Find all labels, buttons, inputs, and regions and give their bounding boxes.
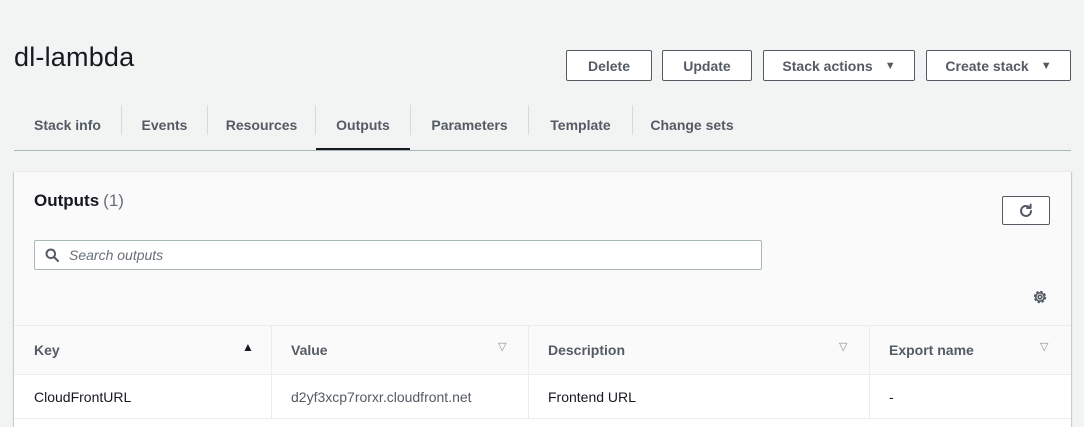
tab-label: Outputs [336, 116, 390, 133]
sort-neutral-icon[interactable]: ▽ [498, 340, 506, 353]
column-label: Description [548, 342, 626, 358]
caret-down-icon: ▼ [884, 59, 896, 72]
column-divider [271, 326, 272, 374]
search-field[interactable] [34, 240, 762, 270]
column-divider [528, 326, 529, 374]
cloudformation-stack-page: dl-lambda Delete Update Stack actions ▼ … [0, 0, 1084, 427]
tab-label: Change sets [650, 116, 734, 133]
output-export-name: - [889, 388, 894, 405]
tab-label: Resources [225, 116, 298, 133]
tab-change-sets[interactable]: Change sets [633, 100, 751, 149]
column-header-description[interactable]: Description [548, 326, 625, 374]
update-button-label: Update [683, 57, 731, 74]
refresh-button[interactable] [1002, 196, 1050, 225]
search-icon [45, 248, 59, 262]
page-title: dl-lambda [14, 42, 135, 72]
output-description: Frontend URL [548, 388, 636, 405]
column-header-key[interactable]: Key [34, 326, 60, 374]
outputs-count: (1) [103, 191, 124, 210]
tab-label: Stack info [34, 116, 101, 133]
tab-template[interactable]: Template [529, 100, 632, 149]
table-row: CloudFrontURL d2yf3xcp7rorxr.cloudfront.… [14, 375, 1071, 419]
stack-tabs: Stack info Events Resources Outputs Para… [14, 100, 1071, 151]
column-label: Key [34, 342, 60, 358]
outputs-panel: Outputs (1) Search outputs Key ▲ Value ▽… [14, 171, 1071, 427]
column-header-value[interactable]: Value [291, 326, 328, 374]
output-value: d2yf3xcp7rorxr.cloudfront.net [291, 388, 472, 405]
column-header-export-name[interactable]: Export name [889, 326, 974, 374]
tab-parameters[interactable]: Parameters [411, 100, 528, 149]
stack-actions-label: Stack actions [782, 57, 873, 74]
gear-icon[interactable] [1030, 287, 1050, 307]
outputs-title: Outputs [34, 191, 100, 210]
create-stack-label: Create stack [945, 57, 1029, 74]
tab-events[interactable]: Events [122, 100, 207, 149]
column-divider [869, 326, 870, 374]
output-key: CloudFrontURL [34, 388, 132, 405]
sort-ascending-icon[interactable]: ▲ [242, 340, 254, 354]
tab-label: Events [141, 116, 188, 133]
delete-button[interactable]: Delete [566, 50, 652, 81]
stack-actions-dropdown[interactable]: Stack actions ▼ [763, 50, 915, 81]
tab-outputs[interactable]: Outputs [316, 100, 410, 150]
delete-button-label: Delete [587, 57, 631, 74]
refresh-icon [1020, 203, 1032, 217]
column-label: Value [291, 342, 328, 358]
sort-neutral-icon[interactable]: ▽ [1040, 340, 1048, 353]
tab-label: Template [550, 116, 611, 133]
column-divider [869, 375, 870, 419]
tab-label: Parameters [431, 116, 508, 133]
column-divider [271, 375, 272, 419]
search-input[interactable] [67, 246, 711, 264]
update-button[interactable]: Update [662, 50, 752, 81]
tab-stack-info[interactable]: Stack info [14, 100, 121, 149]
sort-neutral-icon[interactable]: ▽ [839, 340, 847, 353]
caret-down-icon: ▼ [1040, 59, 1052, 72]
table-header: Key ▲ Value ▽ Description ▽ Export name … [14, 325, 1071, 375]
create-stack-dropdown[interactable]: Create stack ▼ [926, 50, 1071, 81]
tab-resources[interactable]: Resources [208, 100, 315, 149]
column-divider [528, 375, 529, 419]
column-label: Export name [889, 342, 974, 358]
outputs-heading: Outputs (1) [34, 191, 124, 211]
